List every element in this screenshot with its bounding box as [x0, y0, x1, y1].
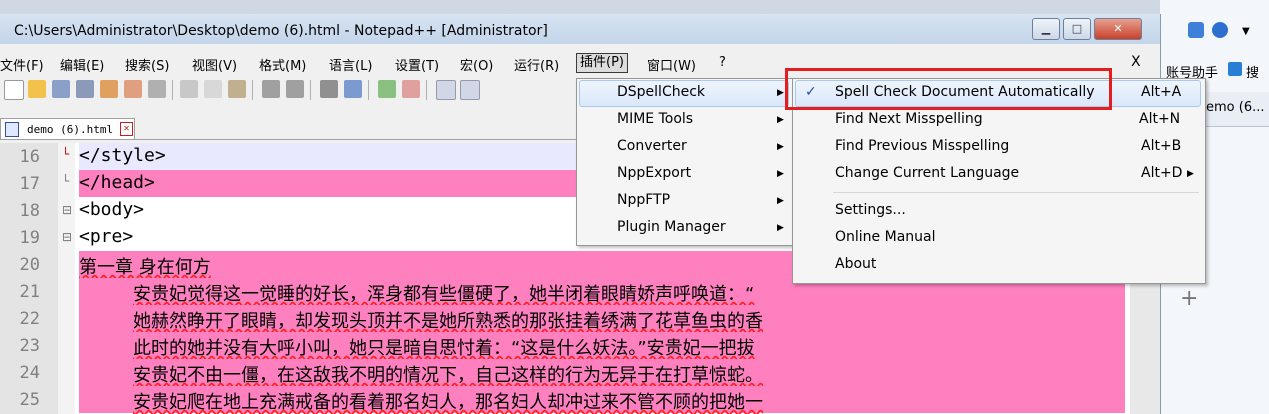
fold-toggle-icon[interactable]: ⊟ [62, 230, 72, 244]
menu-window[interactable]: 窗口(W) [647, 55, 696, 74]
close-all-icon[interactable] [124, 80, 142, 98]
word-wrap-icon[interactable] [460, 80, 480, 100]
menu-item-change-language[interactable]: Change Current Language Alt+D ▶ [793, 161, 1203, 188]
save-icon[interactable] [52, 80, 70, 98]
editor-line: 23 此时的她并没有大呼小叫，她只是暗自思忖着：“这是什么妖法。”安贵妃一把拔 [0, 332, 1130, 359]
editor-line: 25 安贵妃爬在地上充满戒备的看着那名妇人，那名妇人却冲过来不管不顾的把她一 [0, 386, 1130, 413]
menu-item-online-manual[interactable]: Online Manual [793, 225, 1203, 252]
menu-plugins[interactable]: 插件(P) [576, 53, 628, 73]
submenu-arrow-icon: ▶ [1187, 169, 1194, 179]
save-all-icon[interactable] [76, 80, 94, 98]
menu-file[interactable]: 文件(F) [0, 55, 44, 74]
close-file-icon[interactable] [100, 80, 118, 98]
editor-line: 24 安贵妃不由一僵，在这敌我不明的情况下，自己这样的行为无异于在打草惊蛇。 [0, 359, 1130, 386]
menu-edit[interactable]: 编辑(E) [60, 55, 104, 74]
submenu-arrow-icon: ▶ [777, 169, 784, 179]
maximize-button[interactable]: □ [1063, 18, 1091, 40]
shield-icon[interactable] [1188, 22, 1204, 38]
zoom-in-icon[interactable] [378, 80, 396, 98]
plugins-menu: DSpellCheck ▶ MIME Tools ▶ Converter ▶ N… [576, 78, 794, 246]
new-file-icon[interactable] [4, 80, 24, 100]
minimize-button[interactable]: ▁ [1032, 18, 1060, 40]
menu-item-mime-tools[interactable]: MIME Tools ▶ [577, 107, 791, 134]
menu-format[interactable]: 格式(M) [259, 55, 306, 74]
menu-view[interactable]: 视图(V) [192, 55, 237, 74]
menu-item-converter[interactable]: Converter ▶ [577, 134, 791, 161]
search-icon[interactable] [1228, 62, 1242, 76]
close-tab-icon[interactable]: ✕ [120, 122, 133, 136]
title-bar: C:\Users\Administrator\Desktop\demo (6).… [0, 14, 1160, 44]
replace-icon[interactable] [344, 80, 362, 98]
menu-search[interactable]: 搜索(S) [125, 55, 169, 74]
redo-icon[interactable] [286, 80, 304, 98]
menu-language[interactable]: 语言(L) [329, 55, 372, 74]
close-document-icon[interactable]: X [1131, 54, 1141, 70]
menu-separator [833, 192, 1199, 193]
security-icon[interactable] [1212, 22, 1228, 38]
zoom-out-icon[interactable] [402, 80, 420, 98]
cut-icon[interactable] [180, 80, 198, 98]
menu-settings[interactable]: 设置(T) [395, 55, 439, 74]
submenu-arrow-icon: ▶ [777, 223, 784, 233]
highlight-annotation-box [785, 68, 1112, 110]
print-icon[interactable] [148, 80, 166, 98]
menu-item-nppftp[interactable]: NppFTP ▶ [577, 188, 791, 215]
menu-item-about[interactable]: About [793, 252, 1203, 279]
file-saved-icon [5, 122, 19, 137]
open-folder-icon[interactable] [28, 80, 46, 98]
sync-scroll-icon[interactable] [436, 80, 456, 100]
chevron-down-icon[interactable]: ▼ [1242, 26, 1250, 37]
submenu-arrow-icon: ▶ [777, 142, 784, 152]
search-label[interactable]: 搜 [1246, 62, 1259, 81]
fold-toggle-icon[interactable]: ⊟ [62, 203, 72, 217]
tab-demo-6[interactable]: demo (6).html ✕ [0, 118, 135, 139]
copy-icon[interactable] [204, 80, 222, 98]
menu-item-plugin-manager[interactable]: Plugin Manager ▶ [577, 215, 791, 242]
menu-item-find-previous-misspelling[interactable]: Find Previous Misspelling Alt+B [793, 134, 1203, 161]
menu-item-nppexport[interactable]: NppExport ▶ [577, 161, 791, 188]
new-tab-plus-icon[interactable]: + [1180, 286, 1198, 311]
menu-item-dspellcheck[interactable]: DSpellCheck ▶ [577, 80, 791, 107]
editor-line: 22 她赫然睁开了眼睛，却发现头顶并不是她所熟悉的那张挂着绣满了花草鱼虫的香 [0, 305, 1130, 332]
paste-icon[interactable] [228, 80, 246, 98]
menu-item-find-next-misspelling[interactable]: Find Next Misspelling Alt+N [793, 107, 1203, 134]
menu-item-settings[interactable]: Settings... [793, 198, 1203, 225]
submenu-arrow-icon: ▶ [777, 196, 784, 206]
submenu-arrow-icon: ▶ [777, 115, 784, 125]
window-title: C:\Users\Administrator\Desktop\demo (6).… [14, 23, 548, 39]
menu-macro[interactable]: 宏(O) [460, 55, 493, 74]
undo-icon[interactable] [262, 80, 280, 98]
find-icon[interactable] [320, 80, 338, 98]
close-button[interactable]: ✕ [1094, 18, 1142, 40]
menu-run[interactable]: 运行(R) [514, 55, 559, 74]
submenu-arrow-icon: ▶ [777, 88, 784, 98]
menu-help[interactable]: ? [719, 55, 726, 70]
